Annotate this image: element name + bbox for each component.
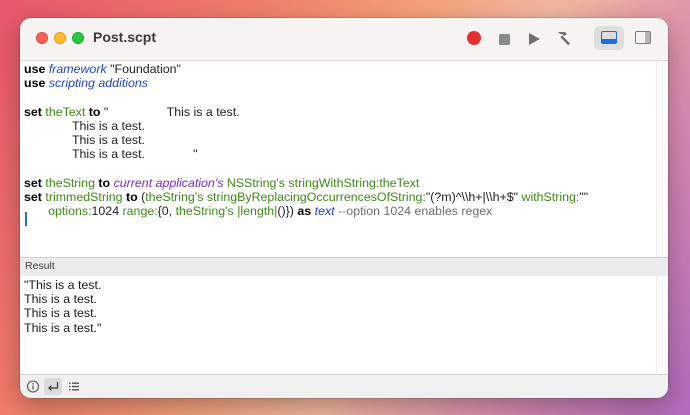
code-line-11: options:1024 range:{0, theString's |leng… (48, 204, 493, 219)
code-line-1: use framework "Foundation" (24, 62, 181, 76)
code-line-6: This is a test. (24, 133, 145, 148)
side-panel-icon (635, 31, 651, 44)
close-window-button[interactable] (36, 32, 48, 44)
result-view-button[interactable] (44, 378, 62, 395)
code-line-10: set trimmedString to (theString's string… (24, 189, 589, 204)
code-line-9: set theString to current application's N… (24, 175, 420, 190)
code-line-2: use scripting additions (24, 76, 148, 91)
zoom-window-button[interactable] (72, 32, 84, 44)
result-line: This is a test. (24, 292, 97, 307)
script-editor[interactable]: use framework "Foundation" use scripting… (20, 61, 668, 257)
info-icon (26, 380, 40, 393)
result-panel[interactable]: "This is a test. This is a test. This is… (20, 276, 668, 374)
return-arrow-icon (48, 382, 59, 391)
hammer-icon (558, 32, 570, 46)
script-editor-window: Post.scpt use framework "Foundation" use… (20, 18, 668, 398)
minimize-window-button[interactable] (54, 32, 66, 44)
result-line: "This is a test. (24, 278, 102, 292)
text-cursor (25, 212, 27, 226)
result-line: This is a test. (24, 306, 97, 321)
script-source[interactable]: use framework "Foundation" use scripting… (24, 62, 588, 218)
record-button[interactable] (464, 28, 486, 50)
result-line: This is a test." (24, 320, 102, 335)
editor-scrollbar[interactable] (656, 61, 668, 257)
show-sidebar-button[interactable] (628, 26, 658, 50)
bottom-bar (20, 374, 668, 398)
result-scrollbar[interactable] (656, 276, 668, 374)
show-result-panel-button[interactable] (594, 26, 624, 50)
code-line-5: This is a test. (24, 118, 145, 133)
bottom-panel-icon (601, 31, 617, 44)
result-text: "This is a test. This is a test. This is… (24, 278, 101, 335)
compile-button[interactable] (552, 28, 574, 50)
stop-button[interactable] (493, 28, 515, 50)
event-log-button[interactable] (65, 378, 83, 395)
code-line-7: This is a test. " (24, 147, 198, 162)
list-icon (69, 382, 79, 391)
description-button[interactable] (24, 378, 42, 395)
run-button[interactable] (522, 28, 544, 50)
result-header: Result (20, 257, 668, 277)
window-title: Post.scpt (93, 29, 157, 45)
title-bar: Post.scpt (20, 18, 668, 61)
result-label: Result (25, 260, 55, 272)
code-line-4: set theText to " This is a test. (24, 104, 240, 119)
